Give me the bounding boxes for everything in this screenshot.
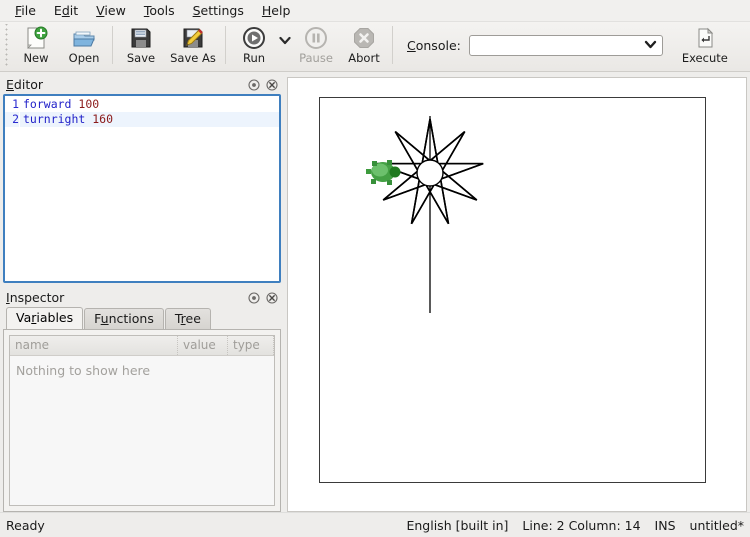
close-icon[interactable]: [264, 77, 279, 92]
code-line: turnright 160: [20, 112, 279, 127]
menu-help[interactable]: Help: [253, 1, 300, 20]
tab-variables[interactable]: Variables: [6, 307, 84, 329]
float-panel-icon[interactable]: [246, 290, 261, 305]
canvas-frame: [287, 77, 747, 512]
status-language[interactable]: English [built in]: [406, 518, 508, 533]
toolbar-separator-3: [392, 26, 393, 64]
inspector-dock: Inspector Variables Functions Tree name …: [3, 288, 281, 512]
variables-empty-message: Nothing to show here: [16, 363, 151, 378]
code-line: forward 100: [20, 97, 279, 112]
tab-tree[interactable]: Tree: [164, 308, 211, 329]
floppy-disk-icon: [129, 26, 153, 50]
console-group: Console:: [407, 22, 663, 67]
main-toolbar: New Open Save Save As Run Pause Abort Co…: [0, 22, 750, 72]
variables-table-header: name value type: [10, 336, 274, 356]
menu-view[interactable]: View: [87, 1, 135, 20]
kturtle-window: File Edit View Tools Settings Help New O…: [0, 0, 750, 537]
toolbar-drag-handle[interactable]: [4, 24, 10, 68]
editor-dock-title-label: Editor: [6, 77, 44, 92]
column-header-value[interactable]: value: [178, 336, 228, 355]
save-as-button-label: Save As: [170, 51, 216, 65]
save-as-button[interactable]: Save As: [165, 22, 221, 65]
column-header-name[interactable]: name: [10, 336, 178, 355]
pause-button-label: Pause: [299, 51, 333, 65]
inspector-panel: name value type Nothing to show here: [3, 329, 281, 512]
toolbar-separator-1: [112, 26, 113, 64]
main-area: Editor 1 2 forward 100 turnright 160 Ins…: [0, 72, 750, 512]
abort-octagon-icon: [352, 26, 376, 50]
tab-functions[interactable]: Functions: [84, 308, 164, 329]
editor-dock-title: Editor: [3, 75, 281, 94]
menu-edit[interactable]: Edit: [45, 1, 87, 20]
close-icon[interactable]: [264, 290, 279, 305]
open-button[interactable]: Open: [60, 22, 108, 65]
inspector-tabs: Variables Functions Tree: [3, 307, 281, 329]
inspector-dock-title-label: Inspector: [6, 290, 65, 305]
code-command: forward: [23, 97, 72, 111]
save-button-label: Save: [126, 51, 156, 65]
abort-button-label: Abort: [348, 51, 380, 65]
left-column: Editor 1 2 forward 100 turnright 160 Ins…: [3, 75, 281, 512]
new-document-icon: [24, 26, 48, 50]
editor-text-area[interactable]: forward 100 turnright 160: [20, 96, 279, 281]
new-button[interactable]: New: [12, 22, 60, 65]
status-insert-mode[interactable]: INS: [655, 518, 676, 533]
float-panel-icon[interactable]: [246, 77, 261, 92]
inspector-dock-title: Inspector: [3, 288, 281, 307]
play-circle-icon: [242, 26, 266, 50]
run-button-label: Run: [242, 51, 266, 65]
status-message: Ready: [6, 517, 45, 533]
pause-circle-icon: [304, 26, 328, 50]
canvas-dock: [287, 75, 747, 512]
execute-button-label: Execute: [681, 51, 728, 65]
code-command: turnright: [23, 112, 86, 126]
run-button[interactable]: Run: [230, 22, 278, 65]
pause-button[interactable]: Pause: [292, 22, 340, 65]
code-editor[interactable]: 1 2 forward 100 turnright 160: [3, 94, 281, 283]
execute-return-icon: [693, 26, 717, 50]
status-cursor-position: Line: 2 Column: 14: [522, 517, 641, 533]
turtle-drawing: [366, 116, 484, 313]
line-number: 1: [12, 97, 19, 111]
menubar: File Edit View Tools Settings Help: [0, 0, 750, 22]
editor-line-numbers: 1 2: [5, 96, 20, 281]
right-column: [287, 75, 747, 512]
code-argument: 160: [92, 112, 114, 126]
save-button[interactable]: Save: [117, 22, 165, 65]
line-number: 2: [5, 112, 19, 127]
editor-dock: Editor 1 2 forward 100 turnright 160: [3, 75, 281, 283]
menu-file[interactable]: File: [6, 1, 45, 20]
floppy-disk-pencil-icon: [181, 26, 205, 50]
execute-button[interactable]: Execute: [677, 22, 733, 65]
toolbar-separator-2: [225, 26, 226, 64]
chevron-down-icon: [279, 34, 291, 48]
code-argument: 100: [78, 97, 100, 111]
variables-table[interactable]: name value type Nothing to show here: [9, 335, 275, 506]
menu-settings[interactable]: Settings: [184, 1, 253, 20]
turtle-canvas[interactable]: [319, 97, 706, 483]
open-folder-icon: [72, 26, 96, 50]
run-dropdown-button[interactable]: [278, 22, 292, 56]
open-button-label: Open: [68, 51, 100, 65]
menu-tools[interactable]: Tools: [135, 1, 184, 20]
console-label: Console:: [407, 37, 461, 53]
column-header-type[interactable]: type: [228, 336, 274, 355]
new-button-label: New: [23, 51, 49, 65]
chevron-down-icon: [644, 38, 657, 52]
status-filename: untitled*: [689, 517, 744, 533]
console-input[interactable]: [468, 34, 663, 56]
abort-button[interactable]: Abort: [340, 22, 388, 65]
statusbar: Ready English [built in] Line: 2 Column:…: [0, 512, 750, 537]
